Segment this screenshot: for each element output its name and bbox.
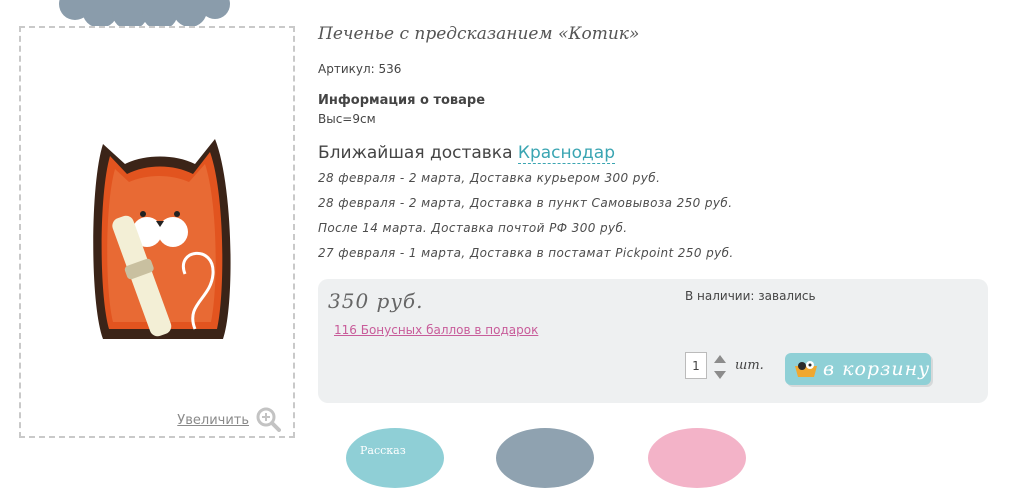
quantity-unit: шт. (735, 358, 764, 373)
zoom-link[interactable]: Увеличить (177, 413, 249, 428)
bottom-nav-button-2[interactable] (496, 428, 594, 488)
cart-icon (795, 361, 817, 377)
delivery-options: 28 февраля - 2 марта, Доставка курьером … (318, 170, 734, 270)
bottom-nav-button-story[interactable]: Рассказ (346, 428, 444, 488)
product-sku: Артикул: 536 (318, 62, 402, 76)
delivery-option: После 14 марта. Доставка почтой РФ 300 р… (318, 221, 628, 235)
bottom-nav-button-3[interactable] (648, 428, 746, 488)
add-to-cart-label: в корзину (823, 358, 931, 380)
delivery-heading: Ближайшая доставка Краснодар (318, 143, 616, 164)
price: 350 руб. (328, 289, 424, 313)
quantity-increase-arrow[interactable] (714, 355, 726, 363)
bonus-link[interactable]: 116 Бонусных баллов в подарок (334, 323, 538, 337)
delivery-option: 28 февраля - 2 марта, Доставка курьером … (318, 171, 661, 185)
cookie-photo (93, 139, 231, 339)
product-image-frame[interactable]: Увеличить (19, 26, 295, 438)
quantity-input[interactable] (685, 352, 707, 379)
bottom-nav-label: Рассказ (360, 444, 406, 457)
zoom-icon[interactable] (255, 406, 281, 432)
delivery-heading-label: Ближайшая доставка (318, 143, 513, 163)
product-title: Печенье с предсказанием «Котик» (318, 24, 640, 44)
info-value: Выс=9см (318, 112, 376, 126)
add-to-cart-button[interactable]: в корзину (785, 353, 931, 385)
delivery-city-selector[interactable]: Краснодар (517, 143, 616, 164)
quantity-decrease-arrow[interactable] (714, 371, 726, 379)
purchase-box: 350 руб. 116 Бонусных баллов в подарок В… (318, 279, 988, 403)
delivery-option: 28 февраля - 2 марта, Доставка в пункт С… (318, 196, 733, 210)
delivery-option: 27 февраля - 1 марта, Доставка в постама… (318, 246, 734, 260)
stock-status: В наличии: завались (685, 289, 816, 303)
info-heading: Информация о товаре (318, 93, 486, 108)
